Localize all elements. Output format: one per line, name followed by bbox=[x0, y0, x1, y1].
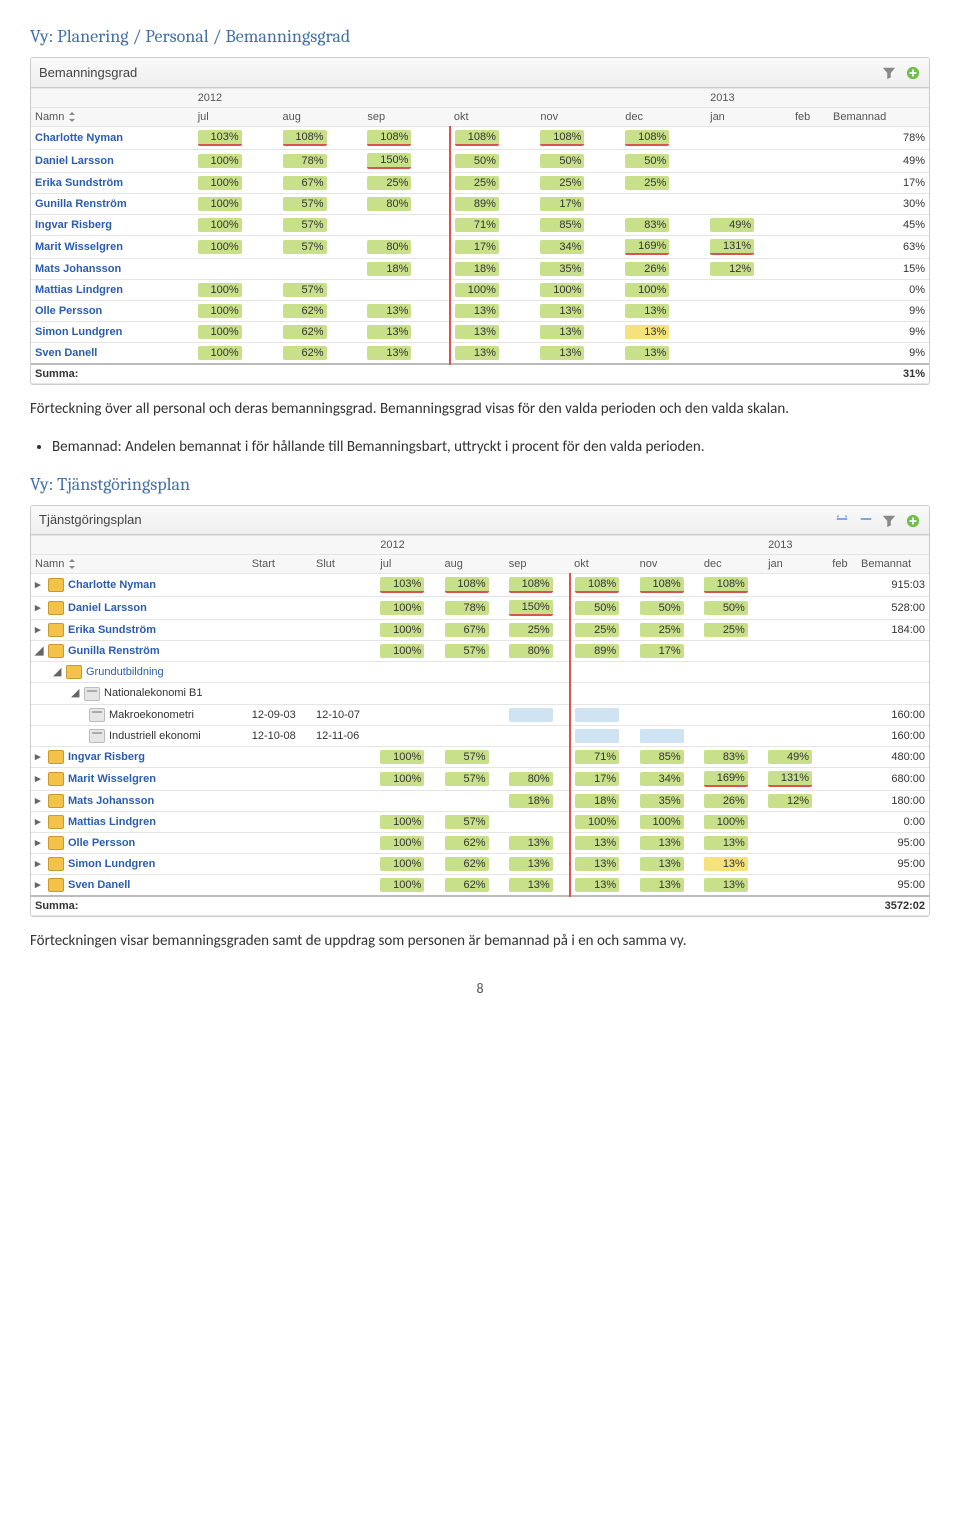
table-row: Gunilla Renström100%57%80%89%17%30% bbox=[31, 193, 929, 214]
heading-planering: Vy: Planering / Personal / Bemanningsgra… bbox=[30, 26, 930, 47]
table-row: ▸Erika Sundström100%67%25%25%25%25%184:0… bbox=[31, 620, 929, 641]
year-2013-b: 2013 bbox=[764, 536, 857, 555]
panel-header: Bemanningsgrad bbox=[31, 58, 929, 88]
table-row: ▸Mattias Lindgren100%57%100%100%100%0:00 bbox=[31, 811, 929, 832]
panel-header-2: Tjänstgöringsplan bbox=[31, 506, 929, 536]
summary-row-2: Summa:3572:02 bbox=[31, 896, 929, 916]
table-row: ▸Ingvar Risberg100%57%71%85%83%49%480:00 bbox=[31, 746, 929, 767]
table-row: Mattias Lindgren100%57%100%100%100%0% bbox=[31, 279, 929, 300]
table-row: Erika Sundström100%67%25%25%25%25%17% bbox=[31, 172, 929, 193]
col-dec: dec bbox=[621, 107, 706, 126]
sort-icon bbox=[67, 111, 77, 123]
filter-icon-2[interactable] bbox=[881, 512, 897, 528]
table-row: Sven Danell100%62%13%13%13%13%9% bbox=[31, 342, 929, 364]
collapse-toggle[interactable]: ◢ bbox=[53, 665, 63, 678]
expand-toggle[interactable]: ▸ bbox=[35, 836, 45, 849]
add-icon[interactable] bbox=[905, 65, 921, 81]
folder-icon bbox=[48, 857, 64, 871]
expand-toggle[interactable]: ▸ bbox=[35, 772, 45, 785]
table-row: ▸Simon Lundgren100%62%13%13%13%13%95:00 bbox=[31, 853, 929, 874]
col-aug: aug bbox=[279, 107, 364, 126]
table-row: Industriell ekonomi12-10-0812-11-06 160:… bbox=[31, 725, 929, 746]
summary-row: Summa:31% bbox=[31, 364, 929, 384]
bemanningsgrad-panel: Bemanningsgrad 2012 2013 Namn jul aug se… bbox=[30, 57, 930, 385]
expand-toggle[interactable]: ▸ bbox=[35, 815, 45, 828]
expand-toggle[interactable]: ▸ bbox=[35, 878, 45, 891]
table-row: ▸Daniel Larsson100%78%150%50%50%50%528:0… bbox=[31, 597, 929, 620]
expand-toggle[interactable]: ▸ bbox=[35, 623, 45, 636]
folder-icon bbox=[48, 878, 64, 892]
year-2012-b: 2012 bbox=[376, 536, 764, 555]
table-row: Marit Wisselgren100%57%80%17%34%169%131%… bbox=[31, 235, 929, 258]
folder-icon bbox=[48, 836, 64, 850]
table-row: ▸Olle Persson100%62%13%13%13%13%95:00 bbox=[31, 832, 929, 853]
bullet-list: Bemannad: Andelen bemannat i för hålland… bbox=[52, 438, 930, 456]
folder-icon bbox=[66, 665, 82, 679]
sort-icon-2 bbox=[67, 558, 77, 570]
page-icon bbox=[89, 708, 105, 722]
description-1: Förteckning över all personal och deras … bbox=[30, 399, 930, 420]
bemanningsgrad-table: 2012 2013 Namn jul aug sep okt nov dec j… bbox=[31, 88, 929, 384]
col-feb: feb bbox=[791, 107, 829, 126]
table-row: ▸Mats Johansson18%18%35%26%12%180:00 bbox=[31, 790, 929, 811]
year-2012: 2012 bbox=[194, 88, 706, 107]
col-bemannat: Bemannat bbox=[857, 555, 929, 574]
filter-icon[interactable] bbox=[881, 65, 897, 81]
panel-title: Bemanningsgrad bbox=[39, 65, 137, 80]
table-row: ◢Grundutbildning bbox=[31, 662, 929, 683]
col-okt: okt bbox=[450, 107, 537, 126]
page-icon bbox=[84, 687, 100, 701]
col-jan: jan bbox=[706, 107, 791, 126]
col-name-2[interactable]: Namn bbox=[31, 555, 248, 574]
col-nov: nov bbox=[536, 107, 621, 126]
table-row: Simon Lundgren100%62%13%13%13%13%9% bbox=[31, 321, 929, 342]
table-row: Makroekonometri12-09-0312-10-07 160:00 bbox=[31, 704, 929, 725]
folder-icon bbox=[48, 815, 64, 829]
page-number: 8 bbox=[30, 980, 930, 997]
expand-toggle[interactable]: ▸ bbox=[35, 750, 45, 763]
col-name[interactable]: Namn bbox=[31, 107, 194, 126]
folder-icon bbox=[48, 578, 64, 592]
expand-toggle[interactable]: ▸ bbox=[35, 794, 45, 807]
collapse-toggle[interactable]: ◢ bbox=[35, 644, 45, 657]
col-bemannad: Bemannad bbox=[829, 107, 929, 126]
folder-icon bbox=[48, 750, 64, 764]
tjanstgoringsplan-table: 2012 2013 Namn Start Slut jul aug sep ok… bbox=[31, 535, 929, 916]
folder-icon bbox=[48, 644, 64, 658]
tjanstgoringsplan-panel: Tjänstgöringsplan 2012 2013 Namn Start S… bbox=[30, 505, 930, 918]
expand-icon[interactable] bbox=[858, 512, 874, 528]
panel-title-2: Tjänstgöringsplan bbox=[39, 512, 142, 527]
table-row: ▸Charlotte Nyman103%108%108%108%108%108%… bbox=[31, 574, 929, 597]
collapse-icon[interactable] bbox=[834, 512, 850, 528]
term-bemannad: Bemannad: bbox=[52, 438, 122, 456]
page-icon bbox=[89, 729, 105, 743]
table-row: ▸Sven Danell100%62%13%13%13%13%95:00 bbox=[31, 874, 929, 896]
add-icon-2[interactable] bbox=[905, 512, 921, 528]
folder-icon bbox=[48, 794, 64, 808]
year-2013: 2013 bbox=[706, 88, 829, 107]
expand-toggle[interactable]: ▸ bbox=[35, 578, 45, 591]
table-row: Mats Johansson18%18%35%26%12%15% bbox=[31, 258, 929, 279]
table-row: ▸Marit Wisselgren100%57%80%17%34%169%131… bbox=[31, 767, 929, 790]
heading-tjanstgoringsplan: Vy: Tjänstgöringsplan bbox=[30, 474, 930, 495]
col-jul: jul bbox=[194, 107, 279, 126]
table-row: Olle Persson100%62%13%13%13%13%9% bbox=[31, 300, 929, 321]
col-sep: sep bbox=[363, 107, 450, 126]
table-row: ◢Nationalekonomi B1 bbox=[31, 683, 929, 704]
folder-icon bbox=[48, 601, 64, 615]
description-2: Förteckningen visar bemanningsgraden sam… bbox=[30, 931, 930, 952]
expand-toggle[interactable]: ▸ bbox=[35, 601, 45, 614]
table-row: Charlotte Nyman103%108%108%108%108%108%7… bbox=[31, 126, 929, 149]
folder-icon bbox=[48, 772, 64, 786]
folder-icon bbox=[48, 623, 64, 637]
table-row: Ingvar Risberg100%57%71%85%83%49%45% bbox=[31, 214, 929, 235]
table-row: Daniel Larsson100%78%150%50%50%50%49% bbox=[31, 149, 929, 172]
col-slut: Slut bbox=[312, 555, 376, 574]
col-start: Start bbox=[248, 555, 312, 574]
expand-toggle[interactable]: ▸ bbox=[35, 857, 45, 870]
collapse-toggle[interactable]: ◢ bbox=[71, 686, 81, 699]
table-row: ◢Gunilla Renström100%57%80%89%17% bbox=[31, 641, 929, 662]
